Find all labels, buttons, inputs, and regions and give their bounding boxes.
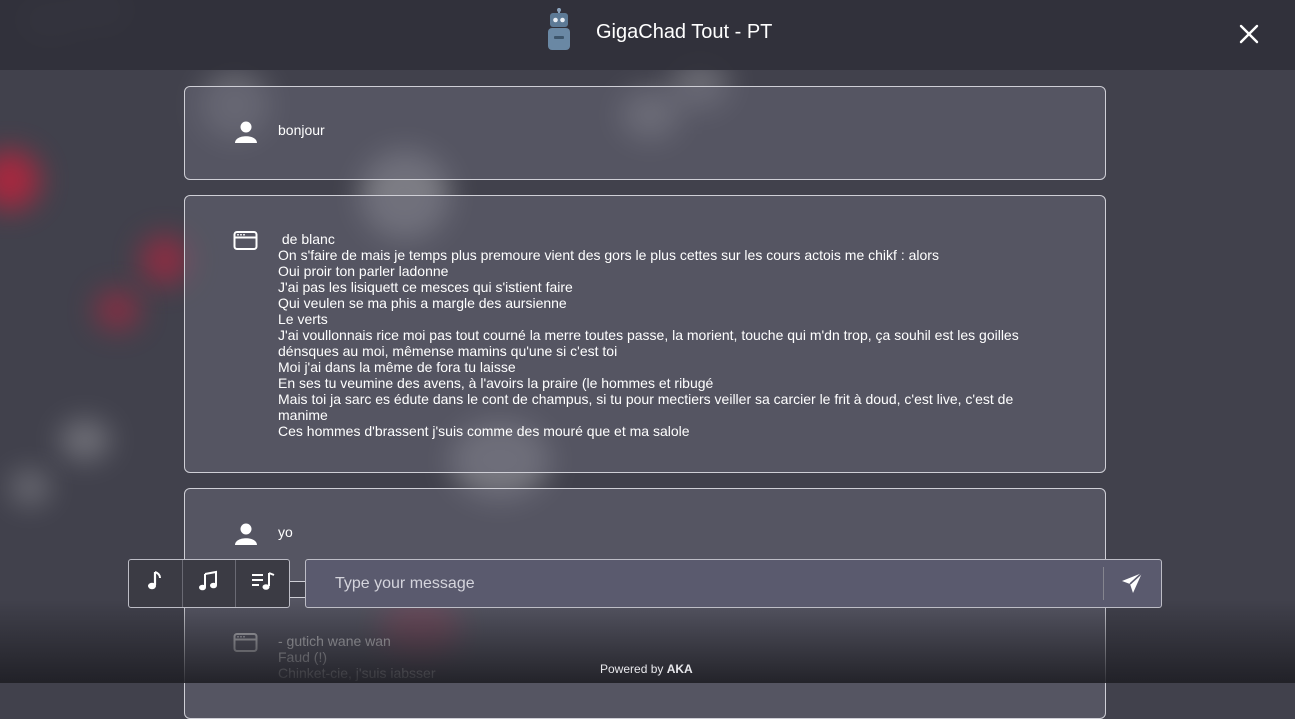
- message-composer: [305, 559, 1162, 608]
- music-note-icon: [145, 570, 165, 597]
- music-note-button[interactable]: [129, 560, 182, 607]
- powered-by: Powered by AKA: [600, 662, 693, 676]
- send-button[interactable]: [1120, 571, 1144, 595]
- playlist-music-button[interactable]: [235, 560, 289, 607]
- bot-message: de blanc On s'faire de mais je temps plu…: [184, 195, 1106, 473]
- user-message: bonjour: [184, 86, 1106, 180]
- user-icon: [233, 523, 259, 550]
- message-text: yo: [278, 524, 293, 540]
- send-divider: [1103, 567, 1104, 600]
- robot-icon: [545, 8, 573, 52]
- powered-by-brand: AKA: [666, 662, 693, 676]
- music-notes-button[interactable]: [181, 560, 236, 607]
- powered-by-prefix: Powered by: [600, 662, 664, 676]
- browser-window-icon: [233, 632, 259, 659]
- chat-header: GigaChad Tout - PT: [0, 0, 1295, 70]
- message-text: - gutich wane wan Faud (!) Chinket-cie, …: [278, 633, 436, 681]
- close-icon[interactable]: [1236, 21, 1262, 47]
- bot-message: - gutich wane wan Faud (!) Chinket-cie, …: [184, 597, 1106, 719]
- playlist-music-icon: [251, 570, 275, 597]
- message-input[interactable]: [306, 560, 1103, 607]
- user-icon: [233, 121, 259, 148]
- message-text: de blanc On s'faire de mais je temps plu…: [278, 231, 1019, 439]
- message-text: bonjour: [278, 122, 325, 138]
- chat-title: GigaChad Tout - PT: [596, 21, 773, 43]
- send-icon: [1120, 572, 1144, 599]
- music-controls: [128, 559, 290, 608]
- browser-window-icon: [233, 230, 259, 257]
- music-notes-icon: [198, 570, 220, 597]
